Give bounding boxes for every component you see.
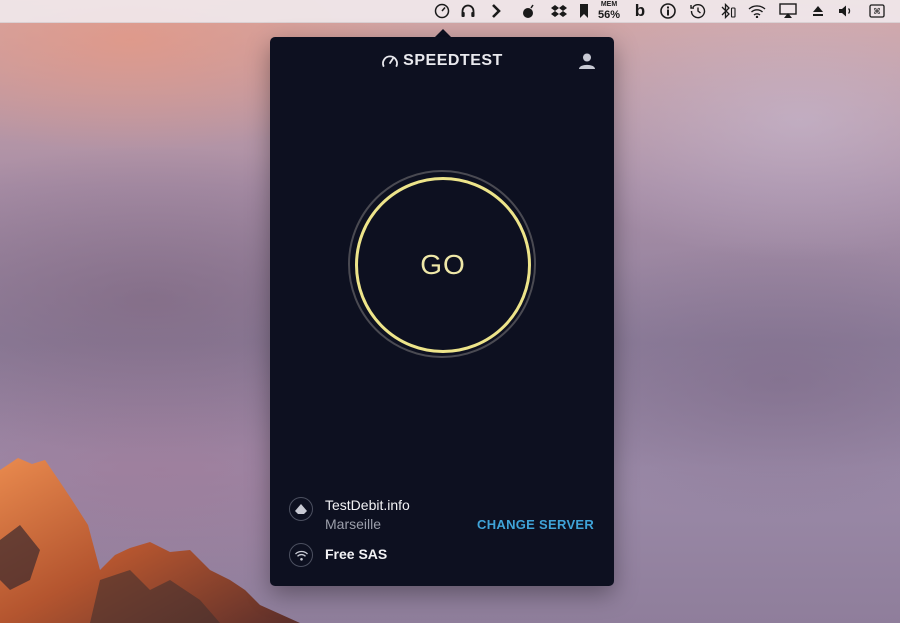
menu-bar: MEM 56% b ⌘	[0, 0, 900, 23]
b-icon[interactable]: b	[630, 1, 650, 20]
go-control: GO	[348, 170, 536, 358]
speedtest-popup: SPEEDTEST GO TestDebit.info Marseille CH…	[270, 37, 614, 586]
profile-icon[interactable]	[578, 52, 596, 70]
server-location: Marseille	[325, 516, 382, 532]
go-label: GO	[420, 249, 466, 280]
info-icon[interactable]	[658, 2, 678, 20]
mountain-wallpaper	[0, 458, 300, 623]
wifi-network-icon	[289, 543, 313, 567]
chevron-right-icon[interactable]	[486, 2, 506, 20]
svg-text:⌘: ⌘	[873, 7, 881, 16]
airplay-icon[interactable]	[778, 2, 798, 20]
server-name: TestDebit.info	[325, 497, 410, 513]
wifi-icon[interactable]	[747, 2, 767, 20]
mem-value: 56%	[597, 9, 621, 21]
server-icon	[289, 497, 313, 521]
isp-name: Free SAS	[325, 546, 388, 562]
bluetooth-icon[interactable]	[718, 2, 738, 20]
headphones-icon[interactable]	[458, 2, 478, 20]
change-server-button[interactable]: CHANGE SERVER	[477, 517, 594, 532]
bomb-icon[interactable]	[519, 2, 539, 20]
dropbox-icon[interactable]	[549, 2, 569, 20]
mem-monitor[interactable]: MEM 56%	[595, 1, 623, 21]
volume-icon[interactable]	[836, 2, 856, 20]
brand-logo: SPEEDTEST	[270, 51, 614, 71]
keyboard-icon[interactable]: ⌘	[867, 2, 887, 20]
brand-name: SPEEDTEST	[403, 52, 503, 69]
speedtest-icon[interactable]	[432, 2, 452, 20]
speedometer-icon	[382, 55, 399, 67]
eject-icon[interactable]	[808, 2, 828, 20]
time-machine-icon[interactable]	[688, 2, 708, 20]
mem-label: MEM	[600, 1, 618, 8]
go-button[interactable]: GO	[355, 177, 531, 353]
bookmark-icon[interactable]	[574, 2, 594, 20]
